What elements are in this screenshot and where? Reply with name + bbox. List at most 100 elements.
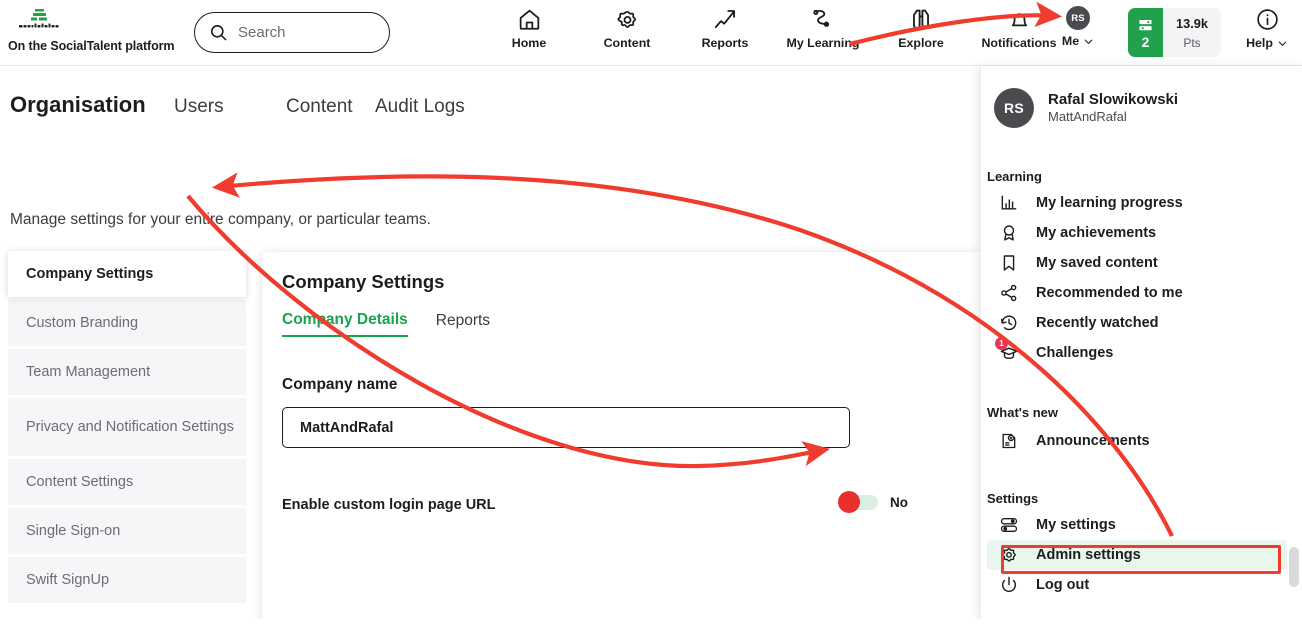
- panel-scrollbar[interactable]: [1289, 547, 1299, 587]
- panel-item-my-settings[interactable]: My settings: [987, 510, 1287, 540]
- sidebar-label: Custom Branding: [26, 314, 139, 331]
- level-badge-icon: [1139, 19, 1152, 30]
- card-title: Company Settings: [282, 271, 445, 292]
- points-value: 13.9k: [1176, 15, 1209, 31]
- tab-organisation[interactable]: Organisation: [10, 92, 174, 118]
- nav-label-home: Home: [511, 36, 547, 50]
- panel-item-admin-settings[interactable]: Admin settings: [987, 540, 1287, 570]
- panel-user-block[interactable]: RS Rafal Slowikowski MattAndRafal: [994, 88, 1178, 128]
- company-name-input[interactable]: MattAndRafal: [282, 407, 850, 448]
- brand-block[interactable]: On the SocialTalent platform: [8, 8, 188, 53]
- toggle-value-label: No: [890, 495, 908, 510]
- panel-section-heading-learning: Learning: [987, 169, 1042, 184]
- panel-item-recently-watched[interactable]: Recently watched: [987, 308, 1287, 338]
- announcement-doc-icon: [998, 430, 1020, 452]
- panel-user-name: Rafal Slowikowski: [1048, 90, 1179, 108]
- custom-login-url-label: Enable custom login page URL: [282, 497, 496, 513]
- panel-item-my-achievements[interactable]: My achievements: [987, 218, 1287, 248]
- points-widget[interactable]: 2 13.9k Pts: [1128, 8, 1222, 57]
- bar-chart-icon: [998, 192, 1020, 214]
- nav-label-my-learning: My Learning: [786, 36, 860, 50]
- panel-section-settings: My settings Admin settings Log out: [987, 510, 1287, 600]
- sliders-icon: [998, 514, 1020, 536]
- bottom-strip: [0, 619, 1302, 633]
- tab-users[interactable]: Users: [174, 96, 286, 118]
- sidebar-item-company-settings[interactable]: Company Settings: [8, 251, 246, 297]
- top-navigation-bar: On the SocialTalent platform Search Home: [0, 0, 1302, 66]
- panel-item-label: My settings: [1036, 517, 1116, 533]
- panel-item-label: Challenges: [1036, 345, 1114, 361]
- panel-section-learning: My learning progress My achievements My …: [987, 188, 1287, 368]
- sidebar-label: Privacy and Notification Settings: [26, 418, 234, 435]
- panel-item-label: Recently watched: [1036, 315, 1159, 331]
- panel-item-log-out[interactable]: Log out: [987, 570, 1287, 600]
- sidebar-item-single-sign-on[interactable]: Single Sign-on: [8, 508, 246, 554]
- panel-item-label: My achievements: [1036, 225, 1157, 241]
- search-input[interactable]: Search: [194, 12, 390, 53]
- nav-item-reports[interactable]: Reports: [676, 6, 774, 50]
- nav-label-reports: Reports: [701, 36, 749, 50]
- me-label: Me: [1061, 34, 1080, 48]
- panel-section-heading-whats-new: What's new: [987, 405, 1058, 420]
- tab-company-details[interactable]: Company Details: [282, 311, 408, 337]
- company-name-value: MattAndRafal: [300, 419, 394, 436]
- panel-item-announcements[interactable]: Announcements: [987, 426, 1287, 456]
- panel-item-label: Announcements: [1036, 433, 1150, 449]
- help-label: Help: [1246, 36, 1273, 50]
- sidebar-label: Single Sign-on: [26, 522, 121, 539]
- gear-icon: [615, 6, 640, 32]
- sidebar-item-team-management[interactable]: Team Management: [8, 349, 246, 395]
- panel-item-challenges[interactable]: 1 Challenges: [987, 337, 1287, 368]
- chevron-down-icon: [1278, 41, 1287, 46]
- points-unit: Pts: [1183, 35, 1201, 50]
- nav-label-content: Content: [603, 36, 651, 50]
- company-settings-card: Company Settings Company Details Reports…: [262, 252, 982, 633]
- sidebar-label: Team Management: [26, 363, 151, 380]
- panel-item-my-learning-progress[interactable]: My learning progress: [987, 188, 1287, 218]
- page-subtitle: Manage settings for your entire company,…: [10, 211, 431, 228]
- help-menu-button[interactable]: Help: [1238, 6, 1296, 50]
- sidebar-label: Content Settings: [26, 473, 134, 490]
- panel-item-recommended-to-me[interactable]: Recommended to me: [987, 278, 1287, 308]
- tab-reports[interactable]: Reports: [436, 312, 490, 336]
- panel-item-my-saved-content[interactable]: My saved content: [987, 248, 1287, 278]
- avatar: RS: [994, 88, 1034, 128]
- app-root: On the SocialTalent platform Search Home: [0, 0, 1302, 633]
- tab-audit-logs[interactable]: Audit Logs: [375, 96, 465, 118]
- info-circle-icon: [1255, 6, 1280, 32]
- tab-content[interactable]: Content: [286, 96, 375, 118]
- me-dropdown-panel: RS Rafal Slowikowski MattAndRafal Learni…: [980, 66, 1302, 619]
- sidebar-item-custom-branding[interactable]: Custom Branding: [8, 300, 246, 346]
- panel-item-label: Recommended to me: [1036, 285, 1183, 301]
- power-icon: [998, 574, 1020, 596]
- nav-item-home[interactable]: Home: [480, 6, 578, 50]
- share-nodes-icon: [998, 282, 1020, 304]
- nav-item-explore[interactable]: Explore: [872, 6, 970, 50]
- binoculars-icon: [908, 6, 934, 32]
- nav-label-notifications: Notifications: [981, 36, 1057, 50]
- custom-login-url-toggle[interactable]: [838, 491, 878, 513]
- panel-item-label: My saved content: [1036, 255, 1158, 271]
- toggle-knob: [838, 491, 860, 513]
- panel-section-whats-new: Announcements: [987, 426, 1287, 456]
- sidebar-item-privacy-and-notification-settings[interactable]: Privacy and Notification Settings: [8, 398, 246, 456]
- search-placeholder: Search: [238, 24, 286, 41]
- sidebar-item-content-settings[interactable]: Content Settings: [8, 459, 246, 505]
- bookmark-icon: [998, 252, 1020, 274]
- sidebar-label: Swift SignUp: [26, 571, 110, 588]
- level-badge: 2: [1128, 8, 1163, 57]
- me-menu-button[interactable]: RS Me: [1050, 6, 1106, 48]
- custom-login-url-control: No: [838, 491, 908, 513]
- home-icon: [517, 6, 542, 32]
- chevron-down-icon: [1084, 39, 1093, 44]
- level-value: 2: [1141, 33, 1150, 50]
- nav-item-content[interactable]: Content: [578, 6, 676, 50]
- sidebar-item-swift-signup[interactable]: Swift SignUp: [8, 557, 246, 603]
- sidebar-label: Company Settings: [26, 265, 154, 282]
- nav-item-my-learning[interactable]: My Learning: [774, 6, 872, 50]
- search-icon: [210, 24, 227, 41]
- socialtalent-logo: [19, 9, 59, 28]
- panel-user-org: MattAndRafal: [1048, 109, 1127, 125]
- avatar: RS: [1066, 6, 1090, 30]
- company-name-label: Company name: [282, 376, 398, 393]
